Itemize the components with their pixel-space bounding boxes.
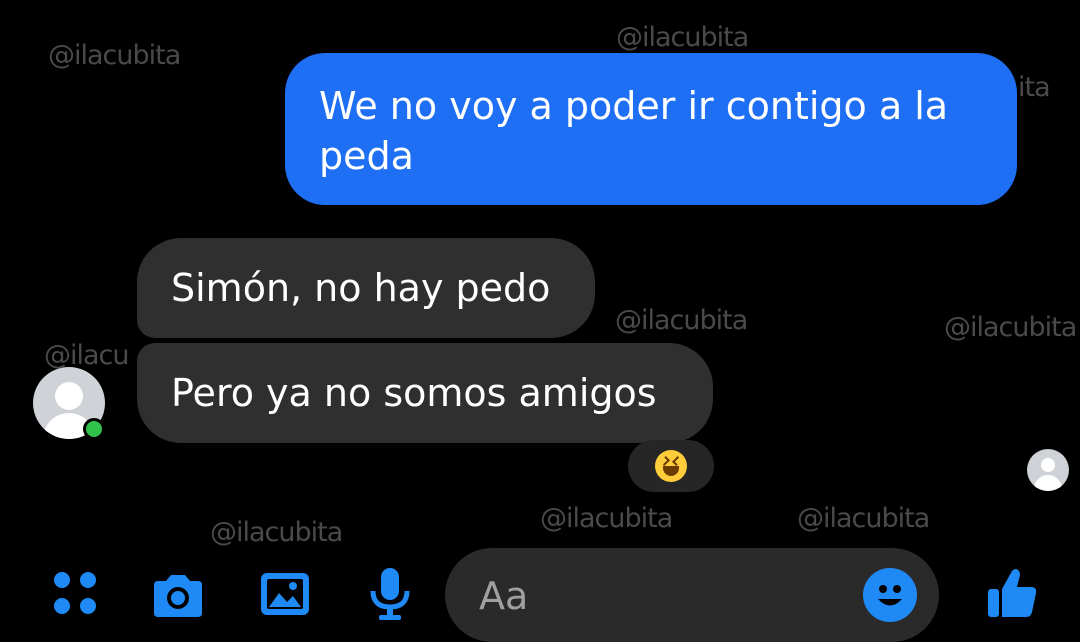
incoming-message-bubble[interactable]: Pero ya no somos amigos [137, 343, 713, 443]
watermark: ita [1018, 72, 1051, 103]
watermark: @ilacubita [616, 22, 749, 53]
seen-receipt-avatar [1027, 449, 1069, 491]
watermark: @ilacubita [540, 503, 673, 534]
microphone-icon [370, 568, 410, 620]
emoji-button[interactable] [863, 568, 917, 622]
camera-icon [154, 575, 202, 617]
message-composer [445, 548, 939, 642]
message-input[interactable] [477, 572, 861, 620]
message-reaction[interactable] [628, 440, 714, 492]
more-apps-button[interactable] [47, 565, 103, 621]
thumbs-up-button[interactable] [985, 565, 1041, 621]
watermark: @ilacubita [797, 503, 930, 534]
online-status-indicator [83, 418, 105, 440]
message-text: Pero ya no somos amigos [171, 371, 657, 415]
message-text: Simón, no hay pedo [171, 266, 551, 310]
gallery-button[interactable] [257, 566, 313, 622]
gallery-icon [261, 573, 309, 615]
watermark: @ilacubita [615, 305, 748, 336]
watermark: @ilacu [44, 340, 130, 371]
thumbs-up-icon [988, 569, 1037, 617]
avatar-head-shape [55, 382, 83, 410]
laughing-emoji-icon [655, 450, 687, 482]
more-apps-icon [54, 572, 96, 614]
watermark: @ilacubita [210, 517, 343, 548]
chat-screen: @ilacubita @ilacubita ita @ilacubita @il… [0, 0, 1080, 642]
outgoing-message-bubble[interactable]: We no voy a poder ir contigo a la peda [285, 53, 1017, 205]
watermark: @ilacubita [944, 312, 1077, 343]
message-text: We no voy a poder ir contigo a la peda [319, 84, 949, 178]
incoming-message-bubble[interactable]: Simón, no hay pedo [137, 238, 595, 338]
emoji-icon [878, 585, 902, 606]
camera-button[interactable] [150, 568, 206, 624]
watermark: @ilacubita [48, 40, 181, 71]
microphone-button[interactable] [362, 565, 418, 621]
